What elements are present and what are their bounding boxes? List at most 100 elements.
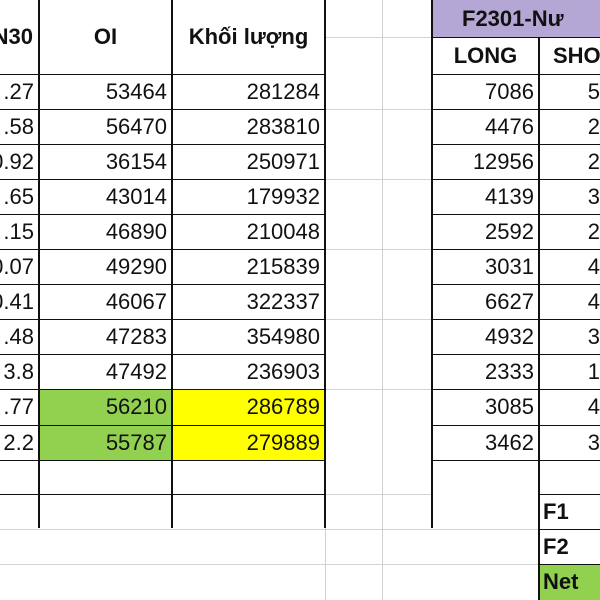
border [539, 529, 600, 530]
table-cell[interactable]: 3031 [432, 249, 539, 284]
border [0, 214, 325, 215]
table-cell[interactable]: 250971 [172, 144, 325, 179]
table-cell[interactable]: .58 [0, 109, 39, 144]
header-f2301[interactable]: F2301-Nư [432, 0, 600, 37]
table-cell[interactable]: 3 [539, 179, 600, 214]
border [431, 0, 433, 528]
border [0, 284, 325, 285]
table-cell[interactable]: 354980 [172, 319, 325, 354]
table-cell[interactable]: 2592 [432, 214, 539, 249]
summary-label-f2[interactable]: F2 [539, 529, 600, 564]
table-cell[interactable]: 283810 [172, 109, 325, 144]
table-cell[interactable]: .77 [0, 389, 39, 425]
table-cell[interactable]: 0.41 [0, 284, 39, 319]
table-cell[interactable]: .48 [0, 319, 39, 354]
table-cell[interactable]: 3085 [432, 389, 539, 425]
table-cell[interactable]: 36154 [39, 144, 172, 179]
border [432, 144, 600, 145]
table-cell[interactable]: 46890 [39, 214, 172, 249]
table-cell[interactable]: 4 [539, 284, 600, 319]
gridline [325, 37, 432, 38]
table-cell[interactable]: 3 [539, 425, 600, 460]
table-cell[interactable]: 0.07 [0, 249, 39, 284]
border [539, 494, 600, 495]
header-n30[interactable]: N30 [0, 0, 39, 74]
border [432, 425, 600, 426]
table-cell[interactable]: 43014 [39, 179, 172, 214]
table-cell[interactable]: 236903 [172, 354, 325, 389]
table-cell[interactable]: 7086 [432, 74, 539, 109]
border [432, 179, 600, 180]
border [432, 284, 600, 285]
table-cell[interactable]: 3462 [432, 425, 539, 460]
table-cell-highlight-green[interactable]: 56210 [39, 389, 172, 425]
header-oi[interactable]: OI [39, 0, 172, 74]
table-cell[interactable]: 2 [539, 214, 600, 249]
border [432, 74, 600, 75]
table-cell[interactable]: 47283 [39, 319, 172, 354]
header-long[interactable]: LONG [432, 37, 539, 74]
table-cell[interactable]: 322337 [172, 284, 325, 319]
table-cell[interactable]: 210048 [172, 214, 325, 249]
gridline [325, 319, 432, 320]
table-cell[interactable]: 12956 [432, 144, 539, 179]
table-cell[interactable]: .65 [0, 179, 39, 214]
table-cell[interactable]: 3.8 [0, 354, 39, 389]
gridline [325, 179, 432, 180]
border [432, 460, 600, 461]
table-cell[interactable]: 2 [539, 109, 600, 144]
border [0, 109, 325, 110]
table-cell[interactable]: 4 [539, 389, 600, 425]
border [324, 0, 326, 528]
table-cell[interactable]: 46067 [39, 284, 172, 319]
border [432, 319, 600, 320]
gridline [325, 109, 432, 110]
border [38, 0, 40, 528]
table-cell[interactable]: 4139 [432, 179, 539, 214]
table-cell[interactable]: 0.92 [0, 144, 39, 179]
border [432, 354, 600, 355]
table-cell[interactable]: 281284 [172, 74, 325, 109]
table-cell[interactable]: 4476 [432, 109, 539, 144]
border [432, 214, 600, 215]
border [432, 109, 600, 110]
table-cell[interactable]: 3 [539, 319, 600, 354]
border [0, 74, 325, 75]
gridline [325, 494, 432, 495]
table-cell[interactable]: 4 [539, 249, 600, 284]
spreadsheet-grid: N30 OI Khối lượng F2301-Nư LONG SHO .27 … [0, 0, 600, 600]
border [0, 354, 325, 355]
table-cell[interactable]: 1 [539, 354, 600, 389]
gridline [325, 249, 432, 250]
border [0, 179, 325, 180]
border [432, 249, 600, 250]
summary-label-f1[interactable]: F1 [539, 494, 600, 529]
table-cell-highlight-green[interactable]: 55787 [39, 425, 172, 460]
table-cell[interactable]: 2333 [432, 354, 539, 389]
border [539, 564, 600, 565]
table-cell[interactable]: 6627 [432, 284, 539, 319]
table-cell[interactable]: 4932 [432, 319, 539, 354]
gridline [382, 0, 383, 600]
table-cell[interactable]: 215839 [172, 249, 325, 284]
border [0, 425, 325, 426]
gridline [0, 564, 539, 565]
table-cell[interactable]: 53464 [39, 74, 172, 109]
table-cell[interactable]: .15 [0, 214, 39, 249]
table-cell[interactable]: .27 [0, 74, 39, 109]
table-cell[interactable]: 179932 [172, 179, 325, 214]
table-cell-highlight-yellow[interactable]: 286789 [172, 389, 325, 425]
summary-label-net[interactable]: Net [539, 564, 600, 600]
table-cell[interactable]: 47492 [39, 354, 172, 389]
table-cell[interactable]: 2 [539, 144, 600, 179]
header-short[interactable]: SHO [539, 37, 600, 74]
border [0, 494, 325, 495]
header-khoi-luong[interactable]: Khối lượng [172, 0, 325, 74]
border [0, 249, 325, 250]
table-cell[interactable]: 56470 [39, 109, 172, 144]
table-cell[interactable]: 49290 [39, 249, 172, 284]
table-cell[interactable]: 5 [539, 74, 600, 109]
table-cell-highlight-yellow[interactable]: 279889 [172, 425, 325, 460]
table-cell[interactable]: 2.2 [0, 425, 39, 460]
border [0, 389, 325, 390]
